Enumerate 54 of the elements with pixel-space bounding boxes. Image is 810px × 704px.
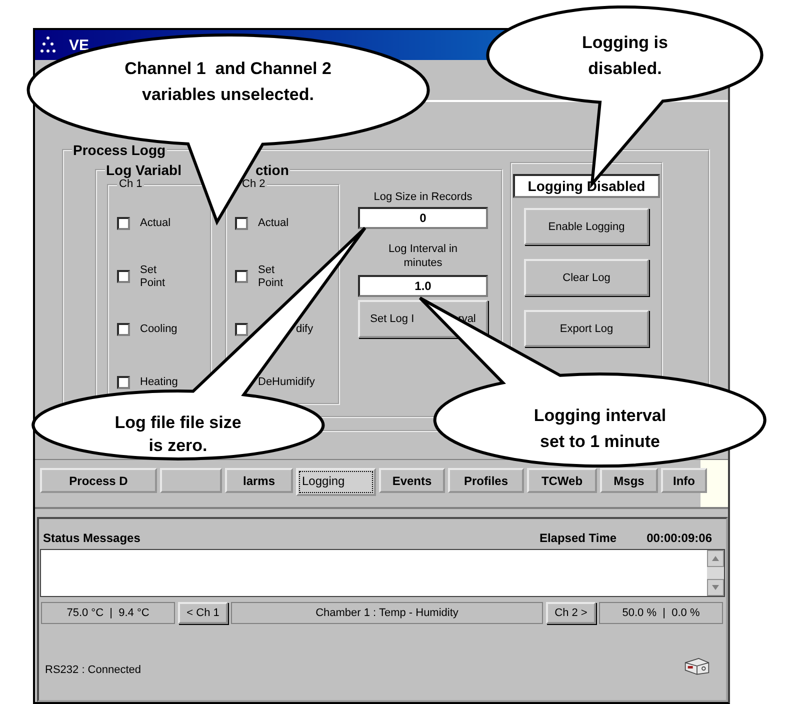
tab[interactable]: Info — [661, 468, 707, 493]
checkbox[interactable] — [117, 270, 130, 283]
tab[interactable]: Profiles — [448, 468, 524, 493]
callout-text: Log file file size is zero. — [114, 412, 242, 457]
connection-status: RS232 : Connected — [45, 664, 142, 676]
checkbox-label: Set Point — [140, 264, 166, 290]
elapsed-time: 00:00:09:06 — [646, 530, 712, 546]
tab[interactable]: Msgs — [600, 468, 658, 493]
log-button[interactable]: Export Log — [524, 310, 649, 347]
tab[interactable]: Logging — [296, 468, 376, 496]
previous-channel-button[interactable]: < Ch 1 — [178, 602, 228, 624]
log-size-field[interactable]: 0 — [358, 207, 488, 229]
checkbox-label: Heating — [140, 376, 178, 389]
checkbox-label: Actual — [258, 217, 289, 230]
logging-status: Logging Disabled — [513, 174, 660, 198]
group-title: ction — [255, 162, 289, 178]
group-title: Ch 2 — [241, 178, 266, 191]
checkbox-label: DeHumidify — [258, 376, 315, 389]
app-icon — [39, 35, 57, 55]
checkbox-label: Cooling — [140, 323, 178, 336]
tab[interactable]: TCWeb — [527, 468, 597, 493]
checkbox-label: dify — [295, 323, 314, 336]
callout-text: Logging is disabled. — [582, 32, 668, 80]
interval-field[interactable]: 1.0 — [358, 275, 488, 297]
humidity-readout: 50.0 % | 0.0 % — [599, 602, 723, 624]
group-title: Ch 1 — [118, 178, 144, 191]
elapsed-label: Elapsed Time — [539, 530, 617, 546]
scroll-up-icon[interactable] — [707, 550, 724, 567]
tab[interactable]: Process D — [40, 468, 157, 493]
panel-title: Status Messages — [43, 530, 140, 546]
checkbox-label: Actual — [140, 217, 171, 230]
next-channel-button[interactable]: Ch 2 > — [546, 602, 596, 624]
tab[interactable]: Events — [379, 468, 445, 493]
group-title: Log Variabl — [106, 162, 182, 178]
checkbox[interactable] — [117, 217, 130, 230]
scroll-down-icon[interactable] — [707, 579, 724, 596]
checkbox[interactable] — [235, 323, 248, 336]
callout-text: Channel 1 and Channel 2 variables unselected. — [124, 58, 332, 106]
log-button[interactable]: Clear Log — [524, 259, 649, 296]
checkbox[interactable] — [235, 270, 248, 283]
tab[interactable]: larms — [225, 468, 293, 493]
group-title: Process Logg — [72, 142, 167, 158]
field-label: Log Size in Records — [374, 190, 472, 204]
window-title: VE — [69, 36, 90, 54]
checkbox[interactable] — [117, 323, 130, 336]
checkbox-label: Set Point — [258, 264, 284, 290]
checkbox[interactable] — [117, 376, 130, 389]
chamber-label: Chamber 1 : Temp - Humidity — [231, 602, 543, 624]
callout-text: Logging interval set to 1 minute — [534, 405, 666, 453]
log-button[interactable]: Enable Logging — [524, 208, 649, 245]
checkbox[interactable] — [235, 217, 248, 230]
connector-icon — [682, 656, 712, 676]
temperature-readout: 75.0 °C | 9.4 °C — [41, 602, 175, 624]
field-label: Log Interval in minutes — [387, 242, 459, 270]
